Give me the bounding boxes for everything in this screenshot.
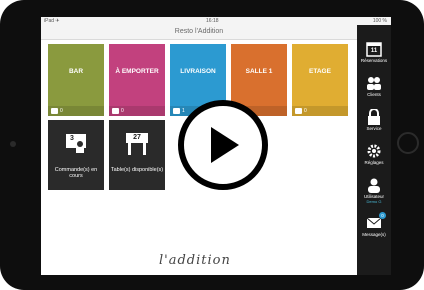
status-left: iPad ✈ [44,18,60,24]
tables-tile[interactable]: 27 Table(s) disponible(s) [109,120,165,190]
tile-count: 0 [121,108,124,114]
tables-caption: Table(s) disponible(s) [110,167,164,173]
sidebar-item-label: Réglages [364,160,384,165]
orders-tile[interactable]: 3 Commande(s) en cours [48,120,104,190]
status-bar: iPad ✈ 16:18 100 % [41,17,391,25]
sidebar-item-reglages[interactable]: Réglages [357,143,391,165]
note-icon [112,108,119,114]
note-icon [173,108,180,114]
sidebar-item-reservations[interactable]: 11 Réservations [357,41,391,63]
status-time: 16:18 [206,18,219,24]
message-badge: 0 [379,212,386,219]
sidebar-item-label: Service [366,126,382,131]
lock-icon [368,109,380,125]
sidebar-item-clients[interactable]: Clients [357,75,391,97]
tile-label: ETAGE [309,68,331,75]
sidebar-item-utilisateur[interactable]: Utilisateur Demo G [357,177,391,204]
tile-count: 1 [182,108,185,114]
note-icon [51,108,58,114]
tile-etage[interactable]: ETAGE 0 [292,44,348,116]
user-icon [368,178,380,193]
sidebar-item-label: Clients [367,92,381,97]
sidebar: 11 Réservations Clients Service Réglages… [357,25,391,275]
brand-logo: l'addition [159,253,231,268]
tile-label: SALLE 1 [245,68,273,75]
users-icon [367,77,381,90]
calendar-date: 11 [370,48,378,54]
tile-count: 0 [60,108,63,114]
app-title: Resto l'Addition [41,25,357,40]
tile-label: BAR [68,68,84,75]
tables-number: 27 [133,134,141,141]
status-battery: 100 % [372,18,387,24]
note-icon [295,108,302,114]
tile-bar[interactable]: BAR 0 [48,44,104,116]
tile-label: À EMPORTER [115,68,159,75]
tile-count: 0 [304,108,307,114]
camera-dot [10,141,16,147]
tile-a-emporter[interactable]: À EMPORTER 0 [109,44,165,116]
sidebar-item-label: Réservations [360,58,388,63]
orders-number: 3 [70,135,74,142]
gear-icon [367,144,381,158]
orders-caption: Commande(s) en cours [54,167,98,179]
sidebar-item-label: Message(s) [362,232,386,237]
home-button[interactable] [397,132,419,154]
sidebar-item-service[interactable]: Service [357,109,391,131]
play-icon [211,127,239,163]
user-name: Demo G [366,199,382,204]
video-play-button[interactable] [178,100,268,190]
tile-label: LIVRAISON [180,68,216,75]
sidebar-item-messages[interactable]: 0 Message(s) [357,212,391,237]
